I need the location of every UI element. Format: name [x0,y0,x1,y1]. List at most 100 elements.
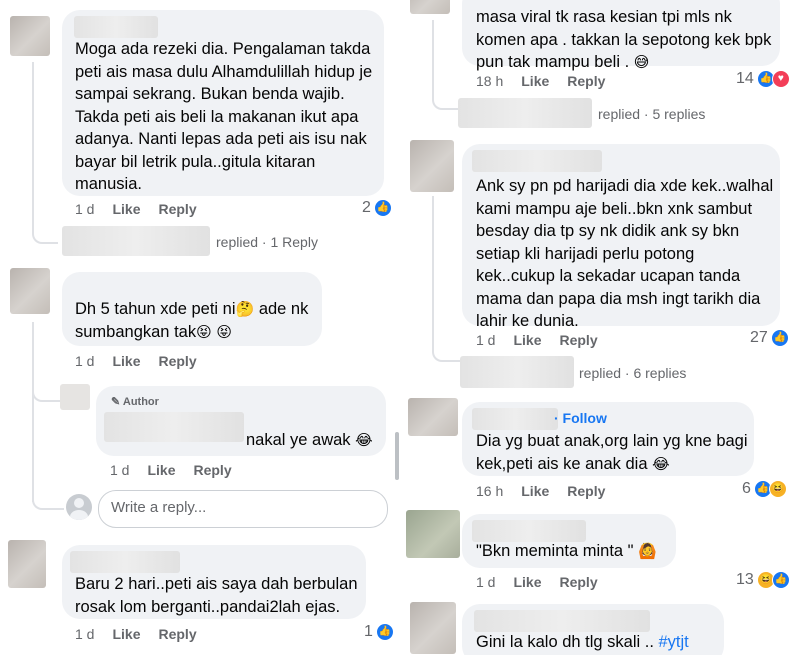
comment-bubble: Moga ada rezeki dia. Pengalaman takda pe… [62,10,384,196]
commenter-name-blurred[interactable] [472,408,558,430]
like-button[interactable]: Like [147,462,175,478]
reaction-count[interactable]: 2 👍 [362,198,392,218]
comment-actions: 16 h Like Reply [476,481,623,501]
comment-bubble: masa viral tk rasa kesian tpi mls nk kom… [462,0,780,71]
replier-avatars-blurred[interactable] [460,356,574,388]
like-button[interactable]: Like [521,483,549,499]
reaction-number: 13 [736,571,754,588]
comment-text: Gini la kalo dh tlg skali .. #ytjt [476,631,726,654]
heart-icon: ♥ [771,70,790,88]
comment-text-part: Dia yg buat anak,org lain yg kne bagi ke… [476,432,748,473]
reaction-number: 6 [742,480,751,497]
reaction-number: 1 [364,623,373,640]
like-button[interactable]: Like [521,73,549,89]
reaction-number: 2 [362,199,371,216]
comment-bubble: "Bkn meminta minta " 🙆 [462,514,676,568]
tears-of-joy-emoji: 😂 [652,454,670,473]
replier-avatars-blurred[interactable] [458,98,592,128]
avatar[interactable] [406,510,460,558]
reply-button[interactable]: Reply [559,574,597,590]
thread-connector [32,222,58,244]
thread-line [432,196,434,352]
comment-text: Ank sy pn pd harijadi dia xde kek..walha… [476,177,774,330]
comment-actions: 1 d Like Reply [75,199,215,219]
like-button[interactable]: Like [112,626,140,642]
reply-button[interactable]: Reply [567,483,605,499]
comment-text: Moga ada rezeki dia. Pengalaman takda pe… [75,40,373,193]
like-button[interactable]: Like [112,353,140,369]
thumbs-up-icon: 👍 [373,199,392,217]
commenter-name-blurred[interactable] [472,150,602,172]
avatar[interactable] [410,140,454,192]
avatar[interactable] [8,540,46,588]
reaction-count[interactable]: 13 😆 👍 [736,570,790,590]
thread-line [32,62,34,232]
reaction-count[interactable]: 1 👍 [364,622,394,642]
write-reply-input[interactable]: Write a reply... [98,490,388,528]
reply-button[interactable]: Reply [158,626,196,642]
author-name-blurred[interactable] [104,412,244,442]
reply-button[interactable]: Reply [158,201,196,217]
avatar[interactable] [10,16,50,56]
reply-time: 1 d [110,462,130,478]
commenter-name-blurred[interactable] [70,551,180,573]
hashtag-link[interactable]: #ytjt [659,633,689,651]
view-replies-link[interactable]: replied · 6 replies [579,363,686,383]
pencil-icon: ✎ [111,396,121,408]
thread-connector [432,90,458,110]
comment-bubble: Gini la kalo dh tlg skali .. #ytjt [462,604,724,655]
avatar[interactable] [60,384,90,410]
thread-connector [32,378,60,402]
avatar[interactable] [408,398,458,436]
comment-time: 1 d [75,201,95,217]
comment-bubble: Dh 5 tahun xde peti ni🤔 ade nk sumbangka… [62,272,322,346]
comment-actions: 18 h Like Reply [476,71,623,91]
reaction-count[interactable]: 14 👍 ♥ [736,69,790,89]
commenter-name-blurred[interactable] [472,520,586,542]
squinting-tongue-emoji: 😝 [196,322,212,341]
like-button[interactable]: Like [513,332,541,348]
thread-line [432,20,434,100]
squinting-tongue-emoji: 😝 [216,322,232,341]
commenter-name-blurred[interactable] [74,16,158,38]
replies-count: · 1 Reply [261,234,318,250]
reply-text: nakal ye awak 😂 [246,429,373,452]
replier-avatars-blurred[interactable] [62,226,210,256]
like-button[interactable]: Like [112,201,140,217]
reaction-count[interactable]: 6 👍 😆 [742,479,787,499]
reaction-count[interactable]: 27 👍 [750,328,789,348]
reaction-number: 27 [750,329,768,346]
view-replies-link[interactable]: replied · 5 replies [598,104,705,124]
avatar[interactable] [410,0,450,14]
thread-connector [32,480,64,510]
comment-time: 16 h [476,483,504,499]
comment-time: 1 d [476,332,496,348]
reply-button[interactable]: Reply [567,73,605,89]
view-replies-link[interactable]: replied · 1 Reply [216,232,318,252]
thread-line [32,322,34,502]
laughing-face-icon: 😆 [768,480,787,498]
comment-actions: 1 d Like Reply [476,330,616,350]
reply-button[interactable]: Reply [193,462,231,478]
tears-of-joy-emoji: 😂 [355,431,373,449]
avatar[interactable] [410,602,456,654]
comment-bubble: Ank sy pn pd harijadi dia xde kek..walha… [462,144,780,330]
comment-time: 1 d [476,574,496,590]
thumbs-up-icon: 👍 [375,623,394,641]
comment-text-part: masa viral tk rasa kesian tpi mls nk kom… [476,8,772,71]
comment-time: 1 d [75,626,95,642]
avatar[interactable] [10,268,50,314]
person-gesturing-emoji: 🙆 [638,542,657,560]
follow-button[interactable]: · Follow [554,410,607,426]
comment-actions: 1 d Like Reply [476,572,616,592]
thumbs-up-icon: 👍 [770,329,789,347]
reply-text-part: nakal ye awak [246,431,351,449]
write-reply-placeholder: Write a reply... [111,499,207,516]
comment-text-part: "Bkn meminta minta " [476,542,634,560]
reply-button[interactable]: Reply [158,353,196,369]
like-button[interactable]: Like [513,574,541,590]
reply-button[interactable]: Reply [559,332,597,348]
commenter-name-blurred[interactable] [474,610,650,632]
author-label: Author [122,396,159,408]
scrollbar[interactable] [395,432,399,480]
